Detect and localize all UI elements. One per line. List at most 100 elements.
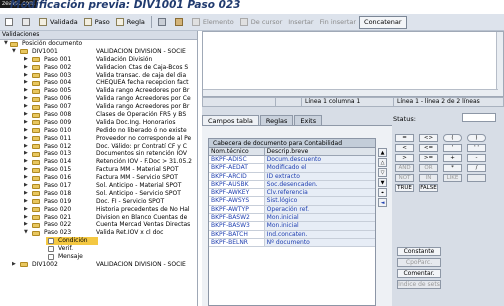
table-row[interactable]: BKPF-AWSYS Sist.lógico (209, 197, 375, 206)
page-up-icon[interactable]: △ (378, 158, 387, 167)
tree-step[interactable]: ▶ Paso 008 Clases de Operación FR5 y BS (0, 111, 197, 119)
tree-step[interactable]: ▶ Paso 021 Division en Blanco Cuentas de (0, 214, 197, 222)
operator-button[interactable]: + (443, 154, 462, 162)
operator-button[interactable]: >= (419, 154, 438, 162)
constant-button[interactable]: Constante (397, 247, 441, 256)
tab-exits[interactable]: Exits (294, 115, 323, 125)
tree-sub-2[interactable]: Mensaje (0, 253, 197, 261)
expand-closed-icon[interactable]: ▶ (24, 111, 28, 119)
expand-open-icon[interactable]: ▼ (12, 48, 16, 56)
tree-step[interactable]: ▶ Paso 012 Doc. Válido: pr Contratí CF y C (0, 143, 197, 151)
expand-closed-icon[interactable]: ▶ (24, 127, 28, 135)
tree-sub-1[interactable]: Verif. (0, 245, 197, 253)
operator-button[interactable]: > (395, 154, 414, 162)
tree-group-div1001[interactable]: ▼ DIV1001 VALIDACION DIVISION - SOCIE (0, 48, 197, 56)
tree-step[interactable]: ▶ Paso 004 CHEQUEA fecha recepcion fact (0, 79, 197, 87)
operator-button[interactable]: ' ' (467, 144, 486, 152)
expand-closed-icon[interactable]: ▶ (24, 182, 28, 190)
tree-step[interactable]: ▶ Paso 020 Historia precedentes de No Hal (0, 206, 197, 214)
table-row[interactable]: BKPF-BASW3 Mon.inicial (209, 222, 375, 231)
tab-table-fields[interactable]: Campos tabla (202, 115, 259, 125)
table-row[interactable]: BKPF-AUSBK Soc.desencaden. (209, 180, 375, 190)
expand-closed-icon[interactable]: ▶ (24, 72, 28, 80)
element-button[interactable]: Elemento (189, 16, 237, 29)
tree-step[interactable]: ▶ Paso 011 Proveedor no corresponde al Pe (0, 135, 197, 143)
expand-closed-icon[interactable]: ▶ (24, 214, 28, 222)
expand-closed-icon[interactable]: ▶ (24, 56, 28, 64)
operator-button[interactable]: FALSE (419, 184, 438, 192)
table-row[interactable]: BKPF-AWKEY Clv.referencia (209, 189, 375, 198)
tree-step[interactable]: ▶ Paso 001 Validación División (0, 56, 197, 64)
table-row[interactable]: BKPF-ADISC Docum.descuento (209, 156, 375, 165)
operator-button[interactable]: ' (443, 144, 462, 152)
operator-button[interactable]: * (443, 164, 462, 172)
step-button[interactable]: Paso (81, 16, 113, 29)
tool-button[interactable] (172, 16, 189, 29)
expand-closed-icon[interactable]: ▶ (24, 135, 28, 143)
expand-closed-icon[interactable]: ▶ (12, 261, 16, 269)
table-row[interactable]: BKPF-BELNR Nº documento (209, 238, 375, 248)
operator-button[interactable]: TRUE (395, 184, 414, 192)
cursor-button[interactable]: De cursor (237, 16, 285, 29)
delete-button[interactable] (155, 16, 172, 29)
expand-closed-icon[interactable]: ▶ (24, 143, 28, 151)
table-row[interactable]: BKPF-ARCID ID extracto (209, 172, 375, 181)
operator-button[interactable] (467, 174, 486, 182)
expand-open-icon[interactable]: ▼ (4, 40, 8, 48)
tree-step[interactable]: ▶ Paso 013 Documentos sin retención IOV (0, 150, 197, 158)
operator-button[interactable]: / (467, 164, 486, 172)
tree-group-div1002[interactable]: ▶ DIV1002 VALIDACION DIVISION - SOCIE (0, 261, 197, 269)
validate-button[interactable]: Validada (36, 16, 81, 29)
insert-button[interactable]: Insertar (285, 16, 316, 29)
tree-step[interactable]: ▶ Paso 022 Cuenta Mercad Ventas Directas (0, 221, 197, 229)
table-row[interactable]: BKPF-AEDAT Modificado el (209, 164, 375, 173)
tree-step[interactable]: ▶ Paso 014 Retención IOV - F.Doc > 31.05.2 (0, 158, 197, 166)
tree-step[interactable]: ▶ Paso 003 Valida transac. de caja del dia (0, 72, 197, 80)
tree-step[interactable]: ▶ Paso 019 Doc. FI - Servicio SPOT (0, 198, 197, 206)
tree-step[interactable]: ▶ Paso 006 Valida rango Acreedores por Ce (0, 95, 197, 103)
table-row[interactable]: BKPF-AWTYP Operación ref. (209, 205, 375, 215)
expand-open-icon[interactable]: ▼ (24, 229, 28, 237)
expand-closed-icon[interactable]: ▶ (24, 150, 28, 158)
concatenate-button[interactable]: Concatenar (359, 15, 407, 29)
operator-button[interactable]: <= (419, 144, 438, 152)
table-row[interactable]: BKPF-BATCH Ind.concaten. (209, 230, 375, 239)
expand-closed-icon[interactable]: ▶ (24, 166, 28, 174)
tree-step[interactable]: ▶ Paso 017 Sol. Anticipo - Material SPOT (0, 182, 197, 190)
operator-button[interactable]: <> (419, 134, 438, 142)
expand-closed-icon[interactable]: ▶ (24, 206, 28, 214)
toolbar-icon-2[interactable] (19, 16, 36, 29)
expand-closed-icon[interactable]: ▶ (24, 64, 28, 72)
scroll-bottom-icon[interactable]: ▼ (378, 178, 387, 187)
tree-step[interactable]: ▶ Paso 018 Sol. Anticipo - Servicio SPOT (0, 190, 197, 198)
tree-step[interactable]: ▶ Paso 010 Pedido no liberado ó no existe (0, 127, 197, 135)
expand-closed-icon[interactable]: ▶ (24, 119, 28, 127)
tree-step[interactable]: ▼ Paso 023 Valida Ret.IOV x cl doc (0, 229, 197, 237)
tree-sub-0[interactable]: Condición (0, 237, 197, 246)
table-row[interactable]: BKPF-BASW2 Mon.inicial (209, 214, 375, 223)
tree-step[interactable]: ▶ Paso 009 Valida Doc.Ing. Honorarios (0, 119, 197, 127)
expand-closed-icon[interactable]: ▶ (24, 79, 28, 87)
operator-button[interactable]: ) (467, 134, 486, 142)
scroll-top-icon[interactable]: ▲ (378, 148, 387, 157)
expand-closed-icon[interactable]: ▶ (24, 87, 28, 95)
expand-closed-icon[interactable]: ▶ (24, 174, 28, 182)
col-technical-name[interactable]: Nom.técnico (209, 148, 265, 155)
tree-root[interactable]: ▼ Posición documento (0, 40, 197, 48)
tree-step[interactable]: ▶ Paso 016 Factura MM - Servicio SPOT (0, 174, 197, 182)
condition-editor[interactable] (202, 31, 504, 97)
cpoparc-button[interactable]: CpoParc. (397, 258, 441, 267)
editor-vertical-scrollbar[interactable] (496, 32, 503, 96)
tree-step[interactable]: ▶ Paso 005 Valida rango Acreedores por Br (0, 87, 197, 95)
expand-closed-icon[interactable]: ▶ (24, 103, 28, 111)
operator-button[interactable]: AND (395, 164, 414, 172)
end-insert-button[interactable]: Fin insertar (317, 16, 359, 29)
operator-button[interactable]: OR (419, 164, 438, 172)
tree-step[interactable]: ▶ Paso 002 Validacion Ctas de Caja-Bcos S (0, 64, 197, 72)
sets-index-button[interactable]: Indice de sets (397, 280, 441, 289)
back-arrow-icon[interactable]: ◄ (378, 198, 387, 207)
toolbar-icon-1[interactable] (2, 16, 19, 29)
col-short-desc[interactable]: Descrip.breve (265, 148, 375, 155)
expand-closed-icon[interactable]: ▶ (24, 198, 28, 206)
tab-rules[interactable]: Reglas (259, 115, 294, 125)
